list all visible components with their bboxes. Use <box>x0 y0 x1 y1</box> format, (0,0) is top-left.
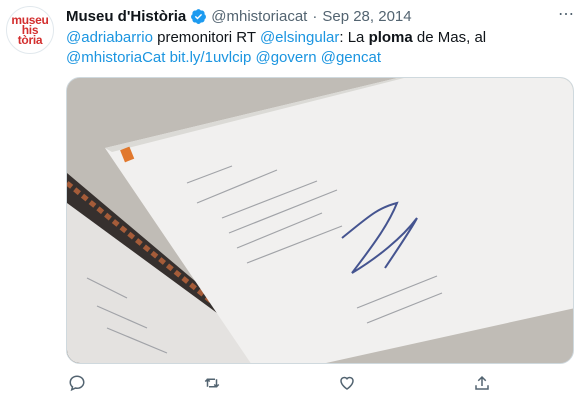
text-segment: de Mas, al <box>412 29 487 46</box>
mention-link[interactable]: @mhistoriaCat <box>66 49 165 66</box>
tweet-actions <box>66 372 496 394</box>
retweet-icon[interactable] <box>201 372 223 394</box>
share-icon[interactable] <box>471 372 493 394</box>
avatar[interactable]: museu his tòria <box>6 6 54 54</box>
tweet-text: @adriabarrio premonitori RT @elsingular:… <box>66 28 566 68</box>
mention-link[interactable]: @elsingular <box>260 29 339 46</box>
verified-badge-icon <box>190 8 207 25</box>
mention-link[interactable]: @gencat <box>321 49 381 66</box>
author-name[interactable]: Museu d'Història <box>66 8 186 25</box>
more-options-icon[interactable]: ⋯ <box>558 4 575 24</box>
reply-icon[interactable] <box>66 372 88 394</box>
separator-dot: · <box>312 7 318 25</box>
tweet-media-photo[interactable] <box>66 77 574 364</box>
tweet-header: Museu d'Història @mhistoriacat · Sep 28,… <box>66 6 575 26</box>
document-photo <box>67 78 573 363</box>
avatar-text-line-3: tòria <box>17 33 43 47</box>
tweet-date[interactable]: Sep 28, 2014 <box>322 8 411 25</box>
bold-text: ploma <box>368 29 413 46</box>
author-handle[interactable]: @mhistoriacat <box>211 8 307 25</box>
like-icon[interactable] <box>336 372 358 394</box>
text-segment: premonitori RT <box>152 29 260 46</box>
tweet: museu his tòria Museu d'Història @mhisto… <box>0 0 585 406</box>
url-link[interactable]: bit.ly/1uvlcip <box>170 49 252 66</box>
text-segment: : La <box>339 29 369 46</box>
mention-link[interactable]: @govern <box>255 49 316 66</box>
mention-link[interactable]: @adriabarrio <box>66 29 153 46</box>
